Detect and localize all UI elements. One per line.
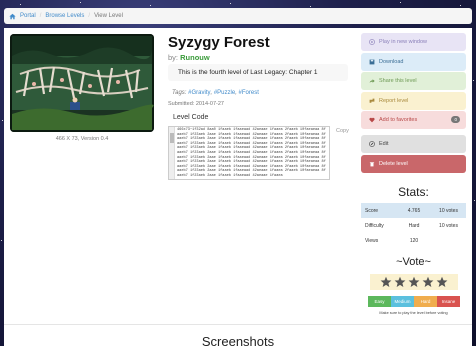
star-icon[interactable] <box>436 276 448 288</box>
stats-table: Score 4.765 10 votes Difficulty Hard 10 … <box>361 203 466 248</box>
level-code-textarea[interactable]: 466x73~1f32ad 8aa0 1faaeb 1faaeaad 42aea… <box>168 126 330 180</box>
tag-link[interactable]: #Gravity <box>188 90 210 96</box>
share-button[interactable]: Share this level <box>361 72 466 90</box>
stats-title: Stats: <box>398 185 429 199</box>
level-description: This is the fourth level of Last Legacy:… <box>168 64 348 81</box>
stat-label: Score <box>365 207 379 214</box>
level-code-label: Level Code <box>173 114 209 121</box>
by-prefix: by: <box>168 53 179 62</box>
report-label: Report level <box>379 97 409 104</box>
vote-easy-button[interactable]: Easy <box>368 296 391 307</box>
author-line: by: Runouw <box>168 53 210 62</box>
delete-label: Delete level <box>379 160 408 167</box>
tags-label: Tags: <box>172 90 187 96</box>
share-label: Share this level <box>379 78 417 84</box>
play-button[interactable]: Play in new window <box>361 33 466 51</box>
favorite-button[interactable]: Add to favorites 0 <box>361 111 466 129</box>
breadcrumb-current: View Level <box>94 13 123 19</box>
save-icon <box>369 59 375 65</box>
heart-icon <box>369 117 375 123</box>
divider <box>4 324 472 325</box>
vote-medium-button[interactable]: Medium <box>391 296 414 307</box>
breadcrumb-browse-levels[interactable]: Browse Levels <box>45 13 84 19</box>
vote-hard-button[interactable]: Hard <box>414 296 437 307</box>
download-label: Download <box>379 58 404 65</box>
stats-row-score: Score 4.765 10 votes <box>361 203 466 218</box>
actions-panel: Play in new window Download Share this l… <box>361 33 466 174</box>
star-icon[interactable] <box>422 276 434 288</box>
level-code-text: 466x73~1f32ad 8aa0 1faaeb 1faaeaad 42aea… <box>177 128 326 178</box>
flag-icon <box>369 98 375 104</box>
level-panel: 466 X 73, Version 0.4 Syzygy Forest by: … <box>4 28 472 346</box>
stat-value: 4.765 <box>407 207 421 214</box>
tag-link[interactable]: #Forest <box>239 90 259 96</box>
edit-label: Edit <box>379 141 389 147</box>
breadcrumb-separator: / <box>88 13 91 19</box>
vote-title: ~Vote~ <box>396 256 431 268</box>
stat-value: 120 <box>409 237 419 244</box>
home-icon[interactable] <box>9 13 16 20</box>
tag-link[interactable]: #Puzzle <box>214 90 235 96</box>
breadcrumb-portal[interactable]: Portal <box>20 13 36 19</box>
delete-button[interactable]: Delete level <box>361 154 466 173</box>
favorite-label: Add to favorites <box>379 117 418 123</box>
edit-button[interactable]: Edit <box>361 135 466 153</box>
code-scrollbar[interactable] <box>169 127 175 179</box>
share-icon <box>369 78 375 84</box>
report-button[interactable]: Report level <box>361 91 466 110</box>
stat-label: Difficulty <box>365 222 384 229</box>
favorite-count-badge: 0 <box>451 116 460 123</box>
play-icon <box>369 39 375 45</box>
edit-icon <box>369 141 375 147</box>
stat-value: Hard <box>408 222 420 229</box>
stats-row-difficulty: Difficulty Hard 10 votes <box>361 218 466 233</box>
vote-insane-button[interactable]: Insane <box>437 296 460 307</box>
stats-row-views: Views 120 <box>361 233 466 248</box>
breadcrumb: Portal / Browse Levels / View Level <box>4 8 472 24</box>
star-icon[interactable] <box>380 276 392 288</box>
stat-label: Views <box>365 237 379 244</box>
star-icon[interactable] <box>394 276 406 288</box>
breadcrumb-separator: / <box>39 13 42 19</box>
level-title: Syzygy Forest <box>168 34 270 51</box>
stat-votes: 10 votes <box>439 222 458 229</box>
star-icon[interactable] <box>408 276 420 288</box>
star-rating <box>370 274 458 290</box>
tags-line: Tags: #Gravity, #Puzzle, #Forest <box>172 90 259 96</box>
submitted-date: Submitted: 2014-07-27 <box>168 101 224 107</box>
vote-note: Make sure to play the level before votin… <box>379 311 448 315</box>
thumbnail-caption: 466 X 73, Version 0.4 <box>55 136 109 142</box>
copy-button[interactable]: Copy <box>336 128 349 134</box>
play-label: Play in new window <box>379 39 427 45</box>
difficulty-vote-buttons: Easy Medium Hard Insane <box>368 296 460 307</box>
download-button[interactable]: Download <box>361 52 466 71</box>
level-thumbnail[interactable] <box>10 34 154 132</box>
author-link[interactable]: Runouw <box>180 53 210 62</box>
trash-icon <box>369 161 375 167</box>
stat-votes: 10 votes <box>439 207 458 214</box>
screenshots-title: Screenshots <box>201 334 275 346</box>
